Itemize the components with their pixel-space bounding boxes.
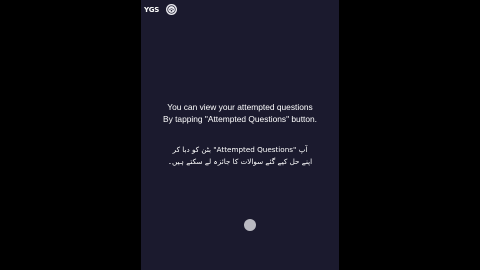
header-logos: YGS [144, 4, 177, 15]
instruction-line-2: By tapping "Attempted Questions" button. [163, 113, 317, 124]
tutorial-screen: YGS You can view your attempted question… [141, 0, 339, 270]
instruction-text-urdu: آپ "Attempted Questions" بٹن کو دبا کر ا… [141, 144, 339, 167]
urdu-line-2: اپنے حل کیے گئے سوالات کا جائزہ لے سکتے … [167, 156, 313, 166]
tap-indicator[interactable] [244, 219, 256, 231]
urdu-line-1: آپ "Attempted Questions" بٹن کو دبا کر [172, 145, 308, 154]
instruction-line-1: You can view your attempted questions [167, 102, 313, 112]
brand-logo: YGS [144, 5, 159, 14]
instruction-text-english: You can view your attempted questions By… [141, 102, 339, 125]
emblem-icon [165, 4, 177, 15]
